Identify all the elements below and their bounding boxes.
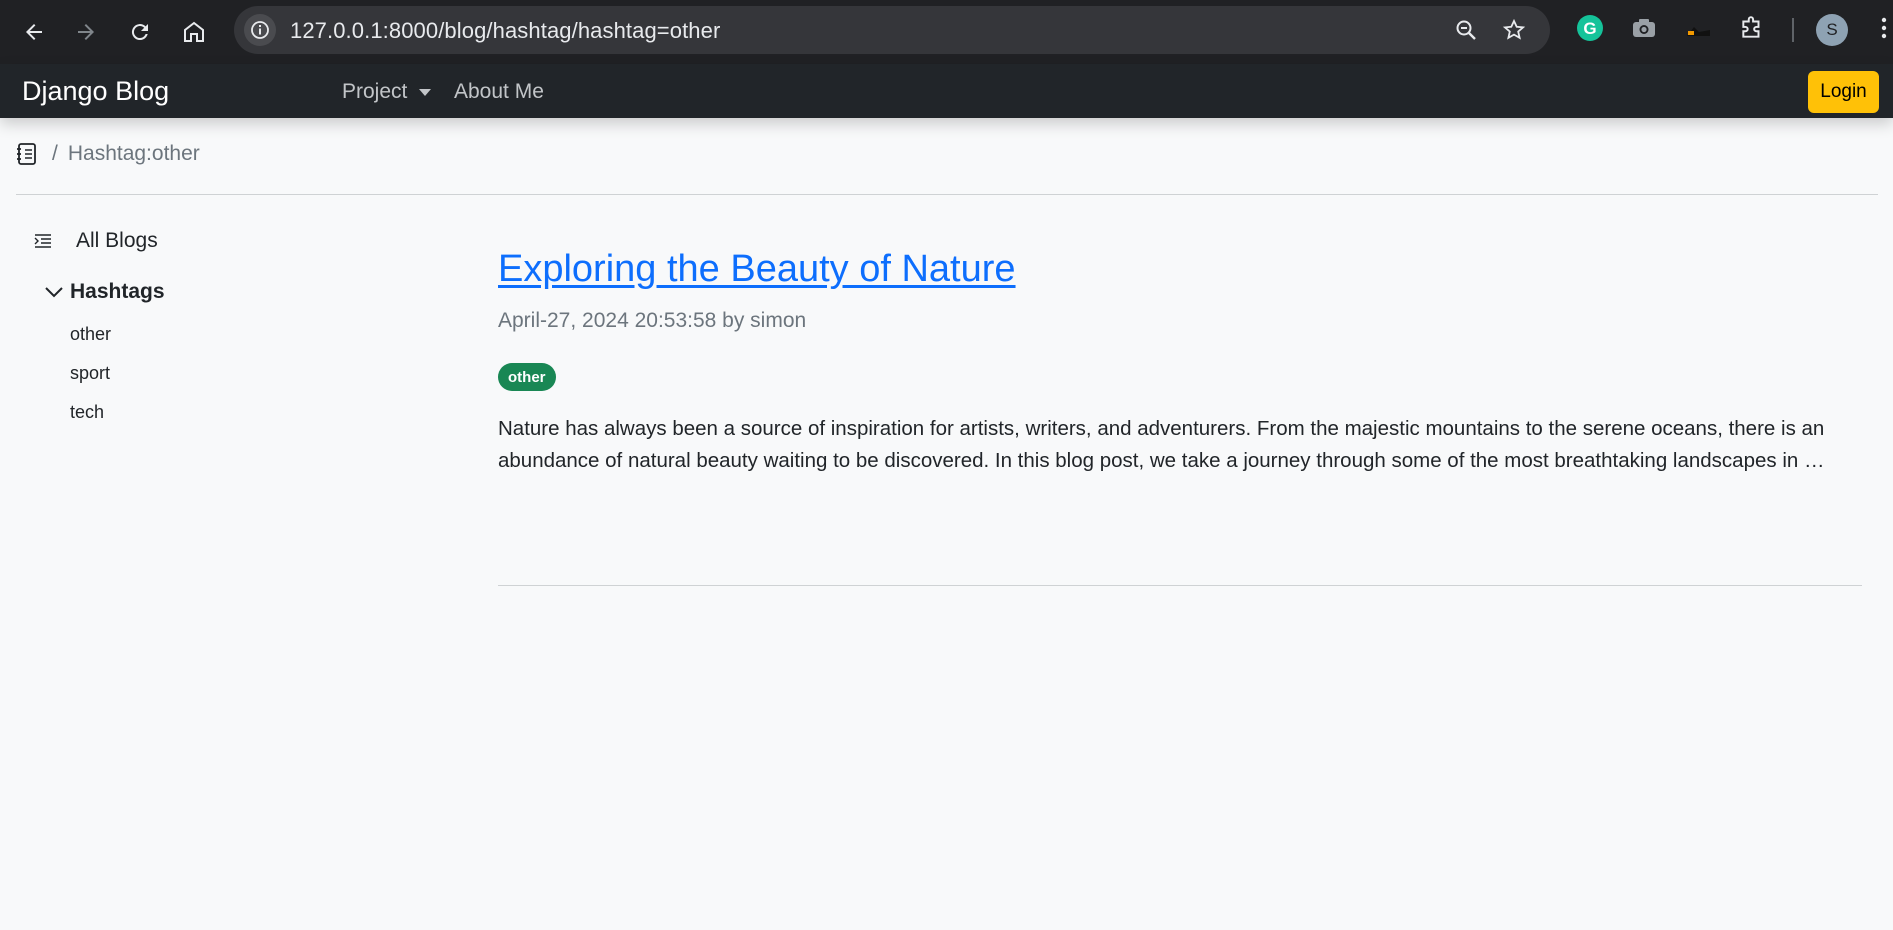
profile-avatar[interactable]: S [1816,14,1848,46]
address-bar[interactable]: 127.0.0.1:8000/blog/hashtag/hashtag=othe… [234,6,1550,54]
url-text[interactable]: 127.0.0.1:8000/blog/hashtag/hashtag=othe… [290,18,720,44]
hashtags-heading: Hashtags [70,280,165,303]
toolbar-separator [1792,18,1794,42]
breadcrumb-current: Hashtag:other [67,142,200,165]
camera-icon[interactable] [1630,14,1658,42]
divider [16,194,1878,195]
sidebar-hashtag-tech[interactable]: tech [70,402,104,423]
nav-project-dropdown[interactable]: Project [342,80,432,104]
post-divider [498,585,1862,586]
grammarly-icon[interactable]: G [1576,14,1604,42]
sidebar-hashtag-sport[interactable]: sport [70,363,110,384]
all-blogs-label: All Blogs [76,229,158,252]
sidebar-hashtags-toggle[interactable]: Hashtags [44,280,165,304]
browser-toolbar: 127.0.0.1:8000/blog/hashtag/hashtag=othe… [0,0,1893,64]
svg-text:G: G [1583,19,1596,38]
site-navbar: Django Blog Project About Me Login [0,64,1893,118]
caret-down-icon [419,88,432,96]
bookmark-star-icon[interactable] [1502,18,1526,42]
list-indent-icon [34,234,51,248]
sidebar-hashtag-other[interactable]: other [70,324,111,345]
sidebar-all-blogs[interactable]: All Blogs [34,229,158,253]
journal-icon[interactable] [16,142,38,166]
forward-icon[interactable] [66,12,106,52]
zoom-icon[interactable] [1454,18,1478,42]
menu-kebab-icon[interactable] [1870,14,1893,42]
reload-icon[interactable] [120,12,160,52]
nav-project-label: Project [342,80,408,103]
chevron-down-icon [45,287,63,298]
breadcrumb-separator: / [52,142,58,165]
site-info-icon[interactable] [244,14,276,46]
brand-link[interactable]: Django Blog [22,76,169,107]
home-icon[interactable] [174,12,214,52]
login-button[interactable]: Login [1808,71,1879,113]
post-meta: April-27, 2024 20:53:58 by simon [498,309,807,332]
back-icon[interactable] [14,12,54,52]
post-title-link[interactable]: Exploring the Beauty of Nature [498,248,1016,291]
hashtag-badge[interactable]: other [498,363,556,391]
nav-about-me[interactable]: About Me [454,80,544,104]
extension-icon[interactable] [1684,14,1712,42]
breadcrumb: / Hashtag:other [16,142,200,166]
post-excerpt: Nature has always been a source of inspi… [498,417,1825,472]
puzzle-icon[interactable] [1738,14,1766,42]
